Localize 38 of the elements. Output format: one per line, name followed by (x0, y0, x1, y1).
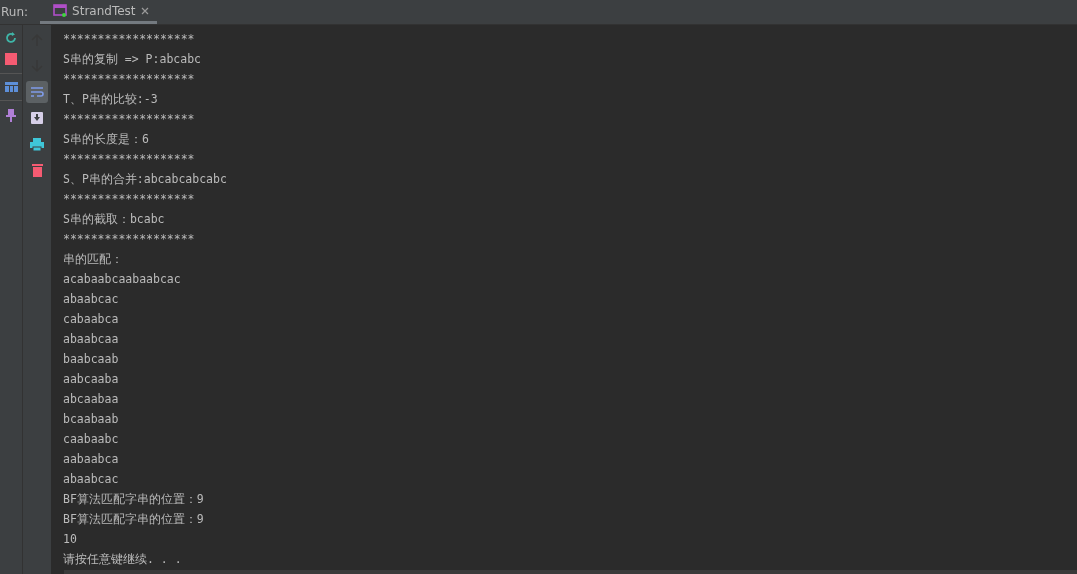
trash-icon (31, 163, 43, 177)
console-line: aabaabca (63, 451, 119, 468)
console-line: cabaabca (63, 311, 119, 328)
console-line: ******************* (63, 231, 195, 248)
pin-icon[interactable] (6, 109, 16, 122)
rerun-icon[interactable] (4, 31, 18, 45)
console-line: ******************* (63, 151, 195, 168)
console-line: S、P串的合并:abcabcabcabc (63, 171, 227, 188)
wrap-icon (30, 86, 44, 98)
run-tab[interactable]: StrandTest (40, 0, 157, 24)
console-line: S串的长度是：6 (63, 131, 149, 148)
console-line: ******************* (63, 191, 195, 208)
console-line: S串的复制 => P:abcabc (63, 51, 201, 68)
layout-icon[interactable] (4, 82, 18, 92)
console-line: caabaabc (63, 431, 119, 448)
print-icon (30, 137, 44, 151)
console-line: T、P串的比较:-3 (63, 91, 158, 108)
console-line: BF算法匹配字串的位置：9 (63, 511, 204, 528)
console-line: aabcaaba (63, 371, 119, 388)
console-line: ******************* (63, 71, 195, 88)
run-label: Run: (0, 4, 30, 21)
window-icon (53, 4, 68, 17)
console-line: baabcaab (63, 351, 119, 368)
console-line: abcaabaa (63, 391, 119, 408)
close-icon[interactable] (140, 6, 149, 15)
console-line: 请按任意键继续. . . (63, 551, 182, 568)
console-line: ******************* (63, 31, 195, 48)
console-line: abaabcaa (63, 331, 119, 348)
console-line: S串的截取：bcabc (63, 211, 165, 228)
console-line: 10 (63, 531, 77, 548)
console-line: ******************* (63, 111, 195, 128)
console-line: acabaabcaabaabcac (63, 271, 181, 288)
console-line: 串的匹配： (63, 251, 123, 268)
download-icon (31, 112, 43, 124)
console-line: BF算法匹配字串的位置：9 (63, 491, 204, 508)
console-line: abaabcac (63, 291, 119, 308)
console-line: abaabcac (63, 471, 119, 488)
console-line: bcaabaab (63, 411, 119, 428)
